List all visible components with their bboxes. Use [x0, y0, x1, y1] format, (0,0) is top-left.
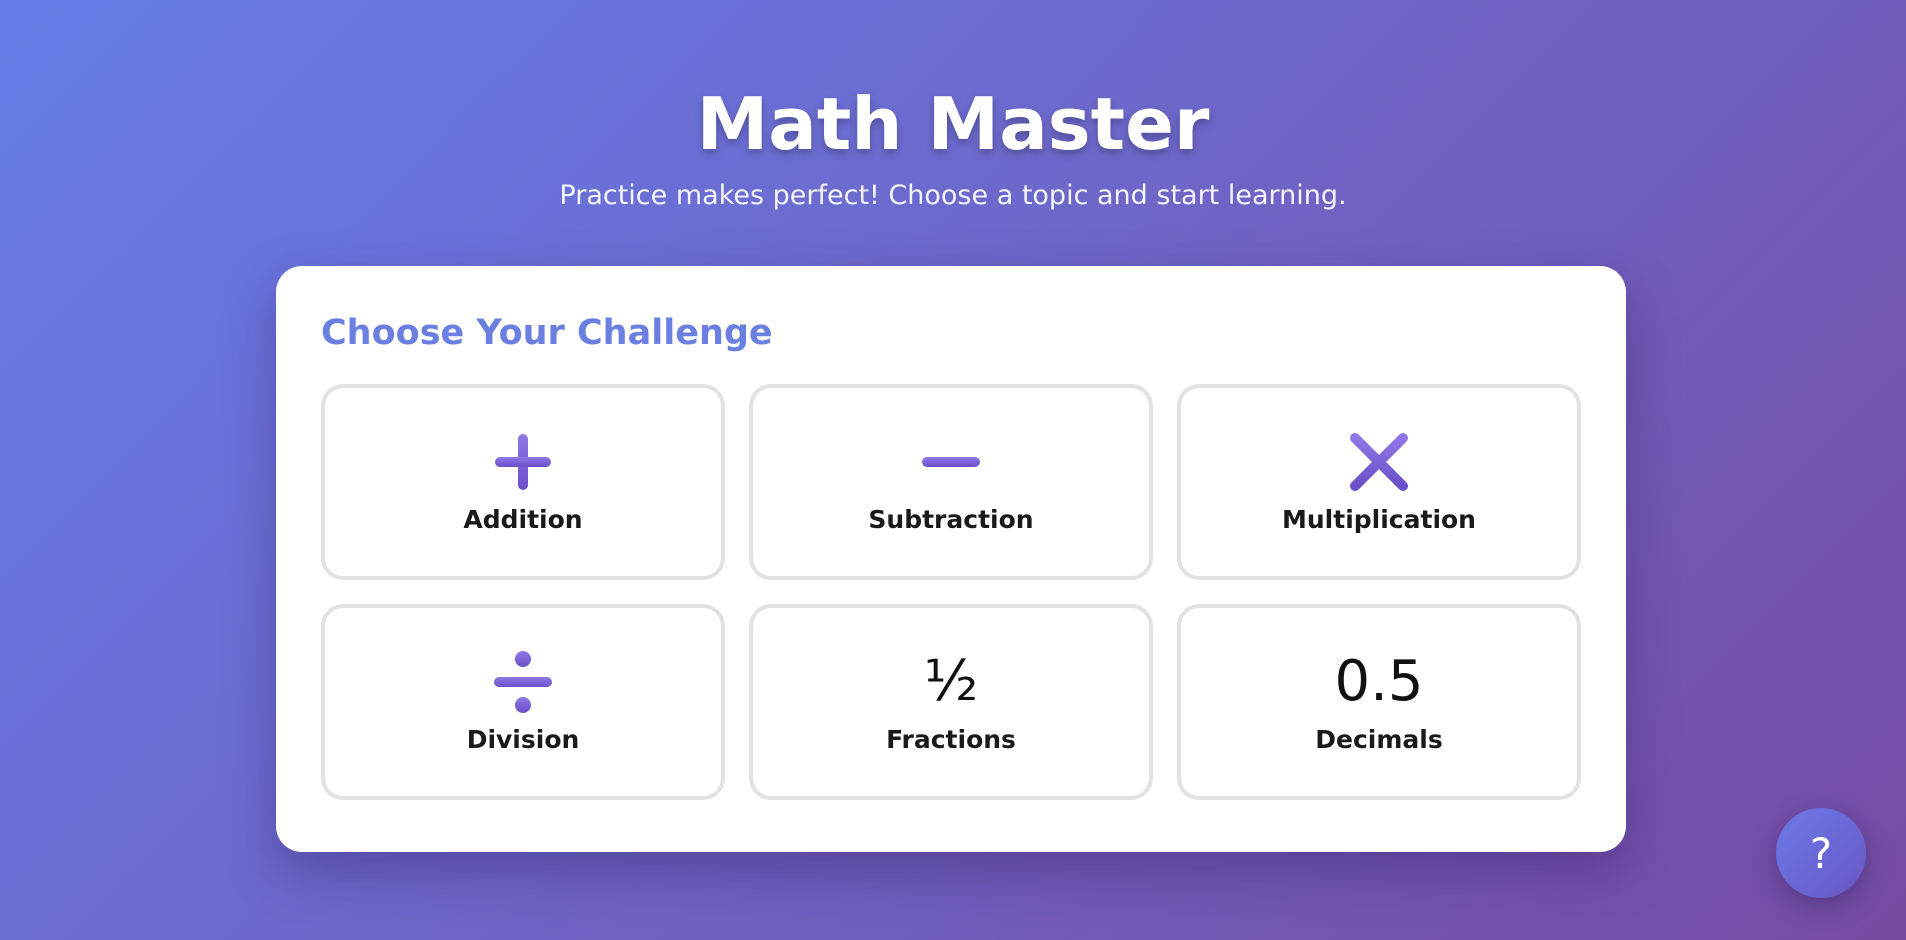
topic-label: Division: [466, 725, 580, 754]
fraction-icon: ½: [923, 649, 979, 714]
multiply-icon: [1347, 430, 1411, 494]
question-mark-icon: ?: [1809, 828, 1833, 878]
topic-card-subtraction[interactable]: Subtraction: [749, 384, 1153, 580]
decimal-icon: 0.5: [1334, 649, 1424, 714]
page-title: Math Master: [696, 82, 1210, 166]
topic-card-decimals[interactable]: 0.5 Decimals: [1177, 604, 1581, 800]
topic-card-division[interactable]: Division: [321, 604, 725, 800]
divide-icon: [491, 650, 555, 714]
topic-label: Multiplication: [1282, 505, 1476, 534]
topic-card-multiplication[interactable]: Multiplication: [1177, 384, 1581, 580]
help-button[interactable]: ?: [1776, 808, 1866, 898]
topic-label: Decimals: [1315, 725, 1443, 754]
topic-label: Addition: [463, 505, 583, 534]
page-subtitle: Practice makes perfect! Choose a topic a…: [559, 180, 1347, 211]
header: Math Master Practice makes perfect! Choo…: [0, 0, 1906, 214]
topic-grid: Addition Subtraction Multiplication Divi…: [321, 384, 1581, 800]
challenge-panel: Choose Your Challenge Addition Subtracti…: [276, 266, 1626, 852]
topic-label: Fractions: [886, 725, 1016, 754]
topic-label: Subtraction: [868, 505, 1034, 534]
plus-icon: [491, 430, 555, 494]
topic-card-addition[interactable]: Addition: [321, 384, 725, 580]
panel-title: Choose Your Challenge: [321, 313, 773, 353]
topic-card-fractions[interactable]: ½ Fractions: [749, 604, 1153, 800]
minus-icon: [919, 430, 983, 494]
